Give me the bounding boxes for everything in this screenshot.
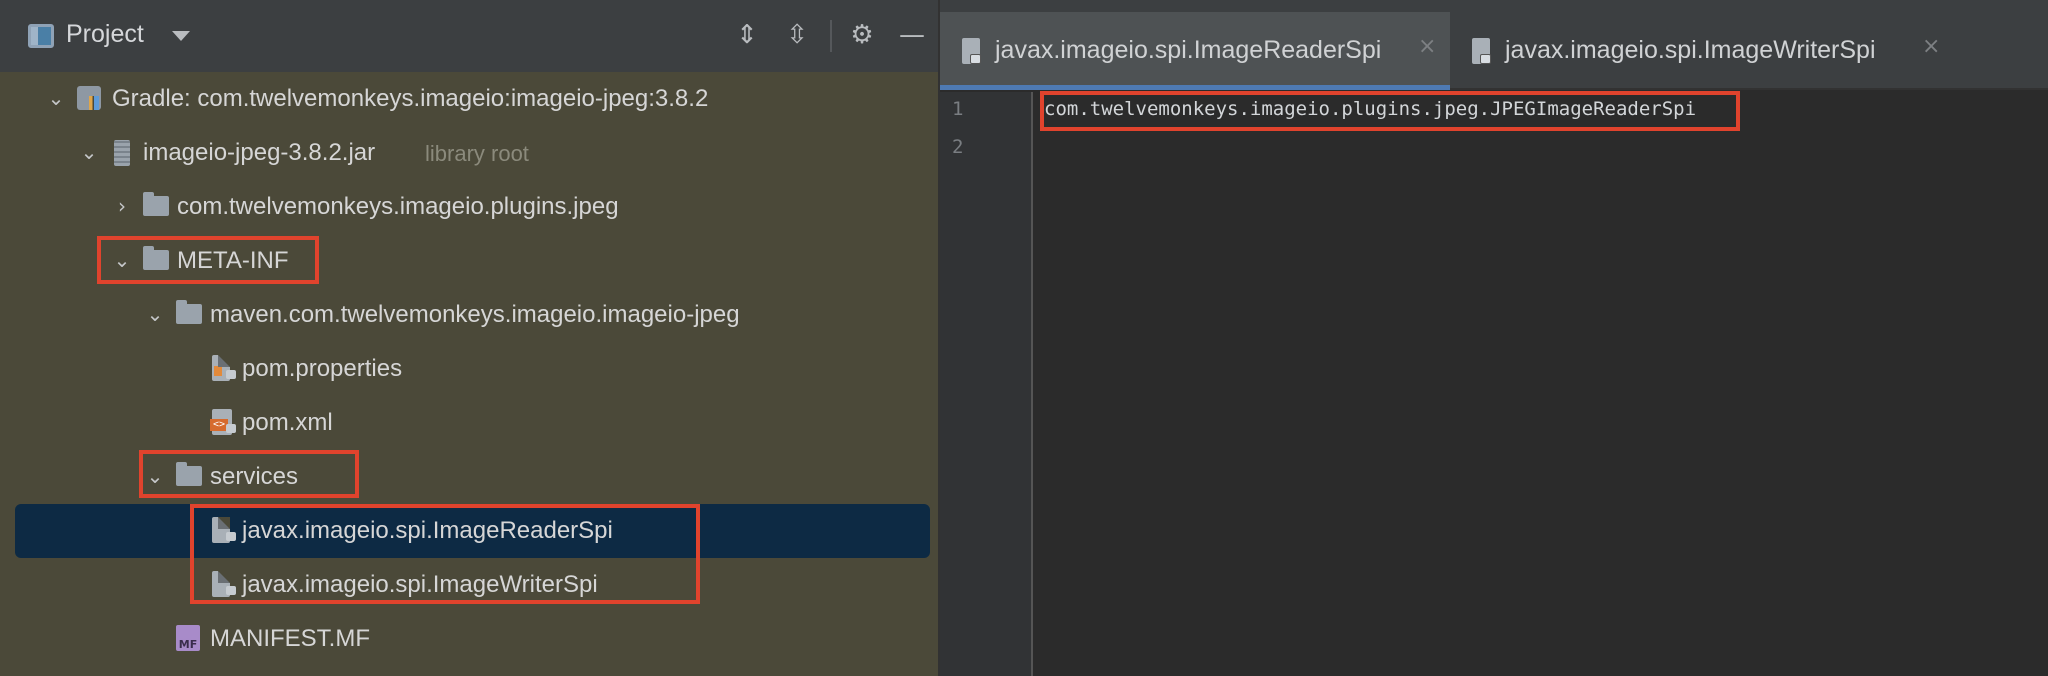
panel-title[interactable]: Project xyxy=(66,20,144,49)
tree-item-manifest[interactable]: MF MANIFEST.MF xyxy=(0,612,938,666)
lock-icon xyxy=(226,424,236,433)
chevron-down-icon[interactable]: ⌄ xyxy=(46,88,66,108)
tab-label: javax.imageio.spi.ImageWriterSpi xyxy=(1505,36,1876,64)
tree-item-label: pom.xml xyxy=(242,409,333,436)
header-divider xyxy=(830,20,832,52)
tree-item-label: pom.properties xyxy=(242,355,403,382)
close-icon[interactable]: × xyxy=(1418,34,1436,59)
highlight-meta-inf xyxy=(97,236,319,284)
text-file-icon xyxy=(962,38,981,64)
tree-item-gradle-library[interactable]: ⌄ Gradle: com.twelvemonkeys.imageio:imag… xyxy=(0,72,938,126)
chevron-down-icon[interactable] xyxy=(172,31,190,41)
chevron-right-icon[interactable]: › xyxy=(112,196,132,216)
gear-icon[interactable]: ⚙ xyxy=(845,18,879,52)
tree-item-package[interactable]: › com.twelvemonkeys.imageio.plugins.jpeg xyxy=(0,180,938,234)
tab-label: javax.imageio.spi.ImageReaderSpi xyxy=(995,36,1382,64)
tree-item-jar[interactable]: ⌄ imageio-jpeg-3.8.2.jar library root xyxy=(0,126,938,180)
tree-item-pom-xml[interactable]: pom.xml xyxy=(0,396,938,450)
collapse-all-icon[interactable]: ⇳ xyxy=(780,18,814,52)
folder-icon xyxy=(143,192,169,216)
project-panel-header: Project ⇕ ⇳ ⚙ — xyxy=(0,0,938,72)
editor: javax.imageio.spi.ImageReaderSpi × javax… xyxy=(938,0,2048,676)
expand-all-icon[interactable]: ⇕ xyxy=(730,18,764,52)
project-panel-icon xyxy=(28,24,54,48)
project-tool-window: Project ⇕ ⇳ ⚙ — ⌄ Gradle: com.twelvemonk… xyxy=(0,0,938,676)
hide-panel-icon[interactable]: — xyxy=(895,18,929,52)
lock-icon xyxy=(226,370,236,379)
tree-item-label: Gradle: com.twelvemonkeys.imageio:imagei… xyxy=(112,85,709,112)
chevron-down-icon[interactable]: ⌄ xyxy=(79,142,99,162)
tree-item-label: maven.com.twelvemonkeys.imageio.imageio-… xyxy=(210,301,740,328)
tree-item-label: imageio-jpeg-3.8.2.jar xyxy=(143,139,376,166)
highlight-services xyxy=(139,450,359,498)
jar-archive-icon xyxy=(114,140,130,166)
folder-icon xyxy=(176,300,202,324)
chevron-down-icon[interactable]: ⌄ xyxy=(145,304,165,324)
tree-item-pom-properties[interactable]: pom.properties xyxy=(0,342,938,396)
tree-item-maven-folder[interactable]: ⌄ maven.com.twelvemonkeys.imageio.imagei… xyxy=(0,288,938,342)
tree-item-label: MANIFEST.MF xyxy=(210,625,370,652)
project-tree: ⌄ Gradle: com.twelvemonkeys.imageio:imag… xyxy=(0,72,938,676)
library-root-hint: library root xyxy=(425,141,529,166)
highlight-spi-files xyxy=(190,504,700,604)
line-number: 2 xyxy=(952,136,964,158)
tree-item-label: com.twelvemonkeys.imageio.plugins.jpeg xyxy=(177,193,619,220)
text-file-icon xyxy=(1472,38,1491,64)
tab-image-reader-spi[interactable]: javax.imageio.spi.ImageReaderSpi × xyxy=(940,12,1450,90)
gradle-library-icon xyxy=(77,86,101,110)
close-icon[interactable]: × xyxy=(1922,34,1940,59)
manifest-file-icon: MF xyxy=(176,625,200,651)
highlight-code-line xyxy=(1040,91,1740,131)
line-number-gutter: 1 2 xyxy=(940,92,1033,676)
tab-image-writer-spi[interactable]: javax.imageio.spi.ImageWriterSpi × xyxy=(1450,12,1955,90)
editor-tab-bar: javax.imageio.spi.ImageReaderSpi × javax… xyxy=(940,0,2048,90)
line-number: 1 xyxy=(952,98,964,120)
